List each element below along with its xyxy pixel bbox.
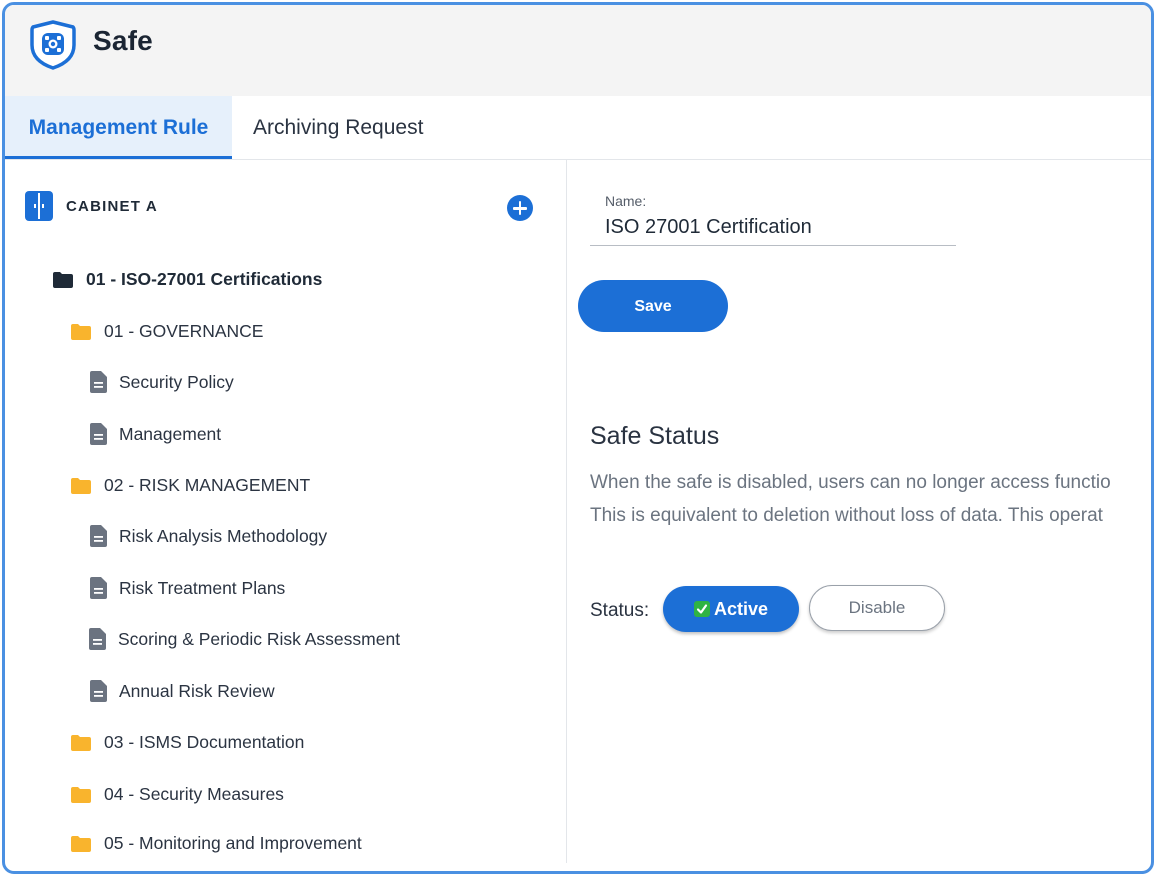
document-icon [90,525,107,547]
tree-document[interactable]: Scoring & Periodic Risk Assessment [89,628,400,650]
disable-button[interactable]: Disable [809,585,945,631]
folder-icon [71,786,91,803]
tree-item-label: Security Policy [119,371,234,392]
checkmark-icon [693,601,710,617]
description-line: When the safe is disabled, users can no … [590,472,1111,493]
description-line: This is equivalent to deletion without l… [590,505,1103,526]
tree-panel: CABINET A 01 - ISO-27001 Certifications … [5,160,567,863]
tree-item-label: 03 - ISMS Documentation [104,732,305,752]
document-icon [90,680,107,702]
app-title: Safe [93,25,153,56]
save-button[interactable]: Save [578,280,728,332]
tree-root-label: 01 - ISO-27001 Certifications [86,269,323,289]
tree-item-label: 02 - RISK MANAGEMENT [104,475,311,495]
tree-folder[interactable]: 01 - GOVERNANCE [70,321,263,342]
add-button[interactable] [507,195,533,221]
tree-item-label: Annual Risk Review [119,680,275,701]
shield-icon [30,20,76,70]
folder-icon [71,323,91,340]
tree-item-label: Risk Analysis Methodology [119,525,328,546]
active-button[interactable]: Active [663,586,799,632]
safe-status-title: Safe Status [590,422,720,450]
name-input[interactable] [590,210,956,246]
tree-document[interactable]: Risk Analysis Methodology [90,525,327,547]
details-panel: Name: Save Safe Status When the safe is … [567,160,1151,871]
tab-bar: Management Rule Archiving Request [5,96,1151,160]
app-window: Safe Management Rule Archiving Request C… [2,2,1154,874]
tab-archiving-request[interactable]: Archiving Request [253,96,423,159]
active-label: Active [713,598,769,619]
tree-folder[interactable]: 05 - Monitoring and Improvement [70,833,362,854]
tree-document[interactable]: Security Policy [90,371,234,393]
folder-icon [71,477,91,494]
tree-document[interactable]: Risk Treatment Plans [90,577,285,599]
folder-icon [71,835,91,852]
document-icon [89,628,106,650]
tree-item-label: Management [119,423,222,444]
tree-root-folder[interactable]: 01 - ISO-27001 Certifications [52,269,322,290]
tree-item-label: Risk Treatment Plans [119,577,286,598]
tree-item-label: 04 - Security Measures [104,784,284,804]
app-header: Safe [5,5,1151,96]
name-caption: Name: [605,193,647,209]
document-icon [90,423,107,445]
folder-icon [71,734,91,751]
tree-item-label: 01 - GOVERNANCE [104,321,264,341]
tree-folder[interactable]: 04 - Security Measures [70,784,284,805]
tree-document[interactable]: Annual Risk Review [90,680,275,702]
cabinet-label: CABINET A [66,198,158,215]
document-icon [90,577,107,599]
tree-document[interactable]: Management [90,423,221,445]
document-icon [90,371,107,393]
tree-item-label: 05 - Monitoring and Improvement [104,833,362,853]
folder-dark-icon [53,271,73,288]
tab-management-rule[interactable]: Management Rule [5,96,232,159]
safe-status-description: When the safe is disabled, users can no … [590,466,1111,532]
tree-folder[interactable]: 03 - ISMS Documentation [70,732,304,753]
cabinet-icon [25,191,53,221]
tree-folder[interactable]: 02 - RISK MANAGEMENT [70,475,310,496]
status-label: Status: [590,600,650,621]
tree-item-label: Scoring & Periodic Risk Assessment [118,628,401,649]
